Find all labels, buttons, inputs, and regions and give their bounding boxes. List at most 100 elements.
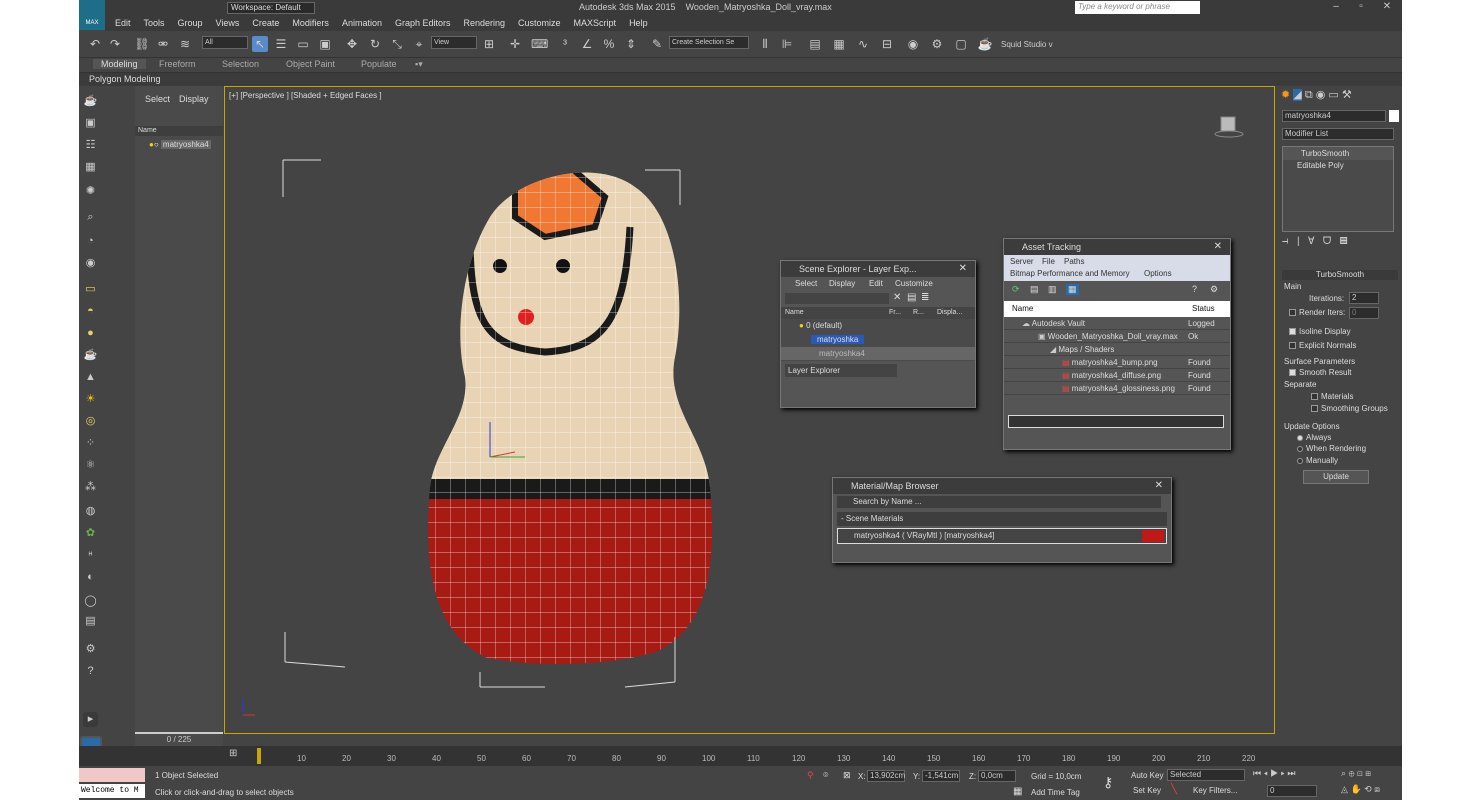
bind-spacewarp-icon[interactable]: ≋ [177,36,193,52]
grid-icon[interactable]: ▦ [83,160,98,175]
studio-label[interactable]: Squid Studio v [1001,40,1053,49]
window-crossing-icon[interactable]: ▣ [317,36,333,52]
redo-icon[interactable]: ↷ [107,36,123,52]
orbit-icon[interactable]: ⟲ [1364,784,1372,794]
spinner-snap-icon[interactable]: ⇕ [623,36,639,52]
search-input[interactable]: Type a keyword or phrase [1075,1,1200,14]
layer-row[interactable]: ● 0 (default) [781,319,975,332]
fx-icon[interactable]: ◐ [83,570,98,585]
scene-explorer-window[interactable]: Scene Explorer - Layer Exp... ✕ Select Di… [780,260,976,408]
isolate-icon[interactable]: ⌾ [823,770,828,781]
make-unique-icon[interactable]: ∀ [1308,236,1315,247]
asset-tracking-titlebar[interactable]: Asset Tracking ✕ [1004,239,1230,255]
time-tag-icon[interactable]: ▦ [1013,786,1022,797]
turbosmooth-rollout-header[interactable]: TurboSmooth [1282,270,1398,280]
z-coordinate-field[interactable]: 0,0cm [978,770,1016,782]
plant-icon[interactable]: ✿ [83,526,98,541]
bulb-icon[interactable]: ● [799,321,804,330]
column-name[interactable]: Name [785,307,804,319]
scene-materials-group[interactable]: - Scene Materials [837,512,1167,526]
percent-snap-icon[interactable]: % [601,36,617,52]
menu-item-group[interactable]: Group [178,16,203,31]
always-radio[interactable]: Always [1297,433,1331,442]
menu-server[interactable]: Server [1010,257,1034,266]
layer-row[interactable]: matryoshka [781,333,975,346]
asset-row[interactable]: ▣ Wooden_Matryoshka_Doll_vray.max Ok [1004,330,1230,343]
column-asset-name[interactable]: Name [1012,301,1033,317]
grid-view-icon[interactable]: ▦ [1066,284,1079,295]
update-button[interactable]: Update [1303,470,1369,484]
manually-radio[interactable]: Manually [1297,456,1338,465]
explorer-tab-display[interactable]: Display [179,94,209,104]
place-icon[interactable]: ⌖ [411,36,427,52]
rect-selection-icon[interactable]: ▭ [295,36,311,52]
asset-row[interactable]: ▤ matryoshka4_bump.png Found [1004,356,1230,369]
scale-icon[interactable]: ⤡ [389,36,405,52]
align-icon[interactable]: ⊫ [779,36,795,52]
scene-explorer-titlebar[interactable]: Scene Explorer - Layer Exp... ✕ [781,261,975,277]
teapot-icon[interactable]: ☕ [83,94,98,109]
close-icon[interactable]: ✕ [1375,0,1399,14]
geosphere-icon[interactable]: ◎ [83,414,98,429]
auto-key-button[interactable]: Auto Key [1131,771,1163,780]
render-icon[interactable]: ☕ [977,36,993,52]
go-end-icon[interactable]: ⏭ [1287,768,1295,778]
tab-freeform[interactable]: Freeform [159,59,196,69]
selection-filter-dropdown[interactable]: All [202,36,248,49]
modify-tab-icon[interactable]: ◢ [1293,89,1302,101]
track-bar[interactable]: ⊞ 10 20 30 40 50 60 70 80 90 100 110 120 130 140 150 16… [79,746,1402,766]
modifier-list-dropdown[interactable]: Modifier List [1282,128,1394,140]
layer-manager-icon[interactable]: ▤ [807,36,823,52]
settings-icon[interactable]: ⚙ [83,642,98,657]
asset-row[interactable]: ▤ matryoshka4_diffuse.png Found [1004,369,1230,382]
scene-explorer-menu-display[interactable]: Display [829,277,855,291]
render-iters-row[interactable]: Render Iters: [1289,308,1345,317]
pivot-icon[interactable]: ⊞ [481,36,497,52]
play-small-icon[interactable]: ▸ [83,712,98,727]
iterations-spinner[interactable]: 2 [1349,292,1379,304]
menu-item-maxscript[interactable]: MAXScript [574,16,617,31]
ribbon-toggle-icon[interactable]: ▦ [831,36,847,52]
light-icon[interactable]: ✺ [83,184,98,199]
menu-item-customize[interactable]: Customize [518,16,561,31]
select-by-name-icon[interactable]: ☰ [273,36,289,52]
column-frozen[interactable]: Fr... [889,307,901,319]
menu-bitmap-performance[interactable]: Bitmap Performance and Memory [1010,269,1130,278]
scene-explorer-close-icon[interactable]: ✕ [959,261,967,277]
isoline-checkbox[interactable]: Isoline Display [1289,327,1351,336]
workspace-dropdown[interactable]: Workspace: Default [227,2,315,14]
list-view-icon[interactable]: ▤ [1030,284,1039,295]
molecule-icon[interactable]: ⚛ [83,458,98,473]
settings-asset-icon[interactable]: ⚙ [1210,284,1218,295]
menu-item-help[interactable]: Help [629,16,648,31]
maxscript-listener[interactable] [79,768,145,782]
angle-snap-icon[interactable]: ∠ [579,36,595,52]
rotate-icon[interactable]: ↻ [367,36,383,52]
asset-tracking-close-icon[interactable]: ✕ [1214,239,1222,255]
tab-object-paint[interactable]: Object Paint [286,59,335,69]
keyboard-shortcut-icon[interactable]: ⌨ [531,36,548,52]
named-selection-dropdown[interactable]: Create Selection Se [669,36,749,49]
teapot2-icon[interactable]: ☕ [83,348,98,363]
list-icon[interactable]: ☷ [83,138,98,153]
render-frame-icon[interactable]: ▢ [953,36,969,52]
menu-item-views[interactable]: Views [216,16,240,31]
select-object-icon[interactable]: ↖ [252,36,268,52]
display-tab-icon[interactable]: ▭ [1328,89,1338,101]
absolute-mode-icon[interactable]: ⊠ [843,770,851,781]
material-item[interactable]: matryoshka4 ( VRayMtl ) [matryoshka4] [837,528,1167,544]
key-mode-dropdown[interactable]: Selected [1167,769,1245,781]
material-browser-titlebar[interactable]: Material/Map Browser ✕ [833,478,1171,494]
create-tab-icon[interactable]: ✹ [1281,89,1290,101]
globe-icon[interactable]: ◍ [83,504,98,519]
configure-sets-icon[interactable]: ▤ [1340,236,1348,247]
menu-file[interactable]: File [1042,257,1055,266]
polygon-modeling-label[interactable]: Polygon Modeling [89,74,161,84]
image-icon[interactable]: ▣ [83,116,98,131]
prev-frame-icon[interactable]: ◂ [1264,768,1268,778]
pan-icon[interactable]: ✋ [1350,784,1361,794]
key-filter-icon[interactable]: ╲ [1171,784,1177,795]
key-icon[interactable]: ⚷ [1103,774,1113,791]
material-browser-close-icon[interactable]: ✕ [1155,478,1163,494]
menu-item-edit[interactable]: Edit [115,16,131,31]
